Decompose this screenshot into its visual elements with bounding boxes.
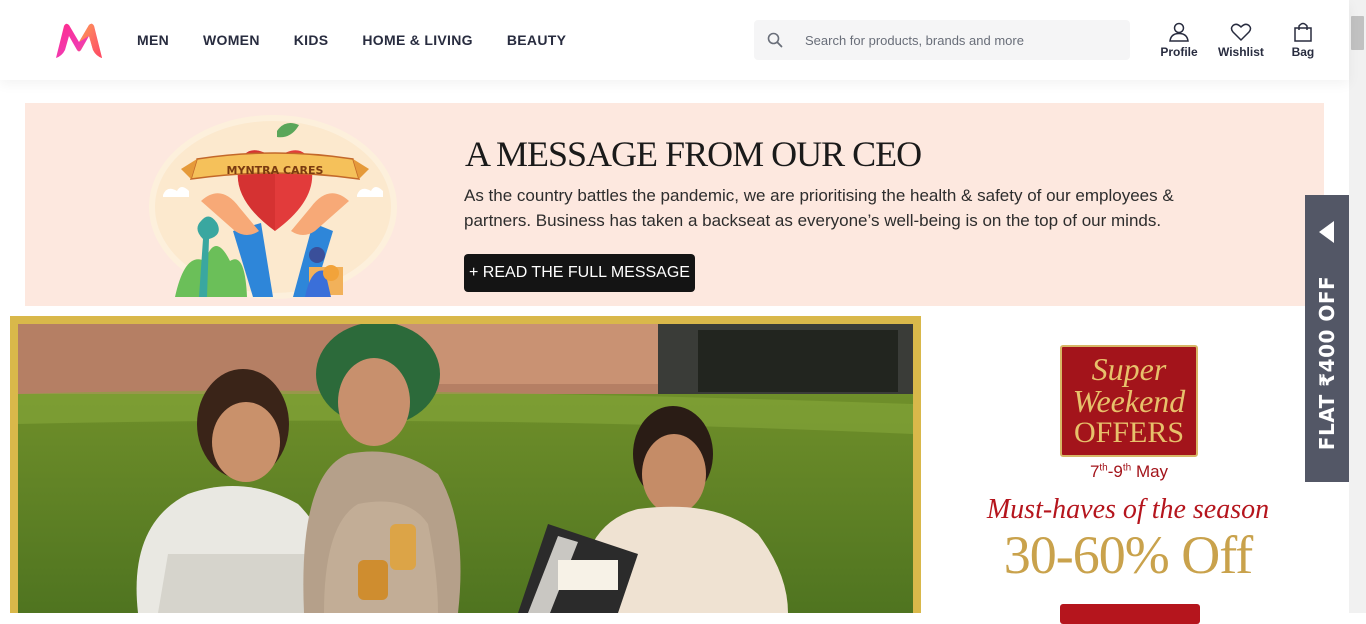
profile-label: Profile [1160,45,1198,59]
hero-banner[interactable] [10,316,921,613]
bag-icon [1294,22,1312,42]
offer-line-weekend: Weekend [1072,383,1186,419]
offer-tagline: Must-haves of the season [986,494,1270,525]
myntra-cares-illustration: MYNTRA CARES [149,115,397,299]
offer-discount: 30-60% Off [1003,525,1253,585]
nav-kids[interactable]: KIDS [294,32,329,48]
offer-dates: 7th-9th May [1089,462,1169,481]
bag-label: Bag [1291,45,1315,59]
offer-line-super: Super [1091,351,1167,387]
nav-home-living[interactable]: HOME & LIVING [362,32,472,48]
shop-now-button[interactable] [1060,604,1200,624]
top-header: MEN WOMEN KIDS HOME & LIVING BEAUTY Prof… [0,0,1349,80]
nav-beauty[interactable]: BEAUTY [507,32,566,48]
myntra-logo-icon[interactable] [52,22,106,60]
ceo-message-banner[interactable]: MYNTRA CARES A MESSAGE FROM OUR CEO As t… [25,103,1324,306]
header-actions: Profile Wishlist Bag [1160,22,1342,59]
offer-line-offers: OFFERS [1073,416,1185,449]
flat-offer-label: FLAT ₹400 OFF [1315,275,1339,451]
myntra-cares-badge: MYNTRA CARES [227,164,324,177]
wishlist-label: Wishlist [1218,45,1264,59]
flat-offer-side-tab[interactable]: FLAT ₹400 OFF [1305,195,1349,482]
wishlist-button[interactable]: Wishlist [1218,22,1264,59]
arrow-left-icon[interactable] [1319,221,1334,243]
nav-women[interactable]: WOMEN [203,32,260,48]
scrollbar-thumb[interactable] [1351,16,1364,50]
ceo-banner-text: As the country battles the pandemic, we … [464,186,1174,230]
nav-men[interactable]: MEN [137,32,169,48]
search-input[interactable] [805,32,1125,48]
search-icon[interactable] [755,21,795,59]
bag-button[interactable]: Bag [1284,22,1322,59]
profile-button[interactable]: Profile [1160,22,1198,59]
hero-photo [18,324,913,613]
super-weekend-offer[interactable]: Super Weekend OFFERS 7th-9th May Must-ha… [921,316,1349,624]
super-weekend-badge: Super Weekend OFFERS [1060,345,1198,457]
search-bar [754,20,1130,60]
main-nav: MEN WOMEN KIDS HOME & LIVING BEAUTY [137,0,600,80]
read-full-message-button[interactable]: + READ THE FULL MESSAGE [464,254,695,292]
profile-icon [1169,22,1189,42]
ceo-banner-title: A MESSAGE FROM OUR CEO [465,134,922,174]
heart-icon [1230,23,1252,42]
page-scrollbar[interactable] [1349,0,1366,613]
